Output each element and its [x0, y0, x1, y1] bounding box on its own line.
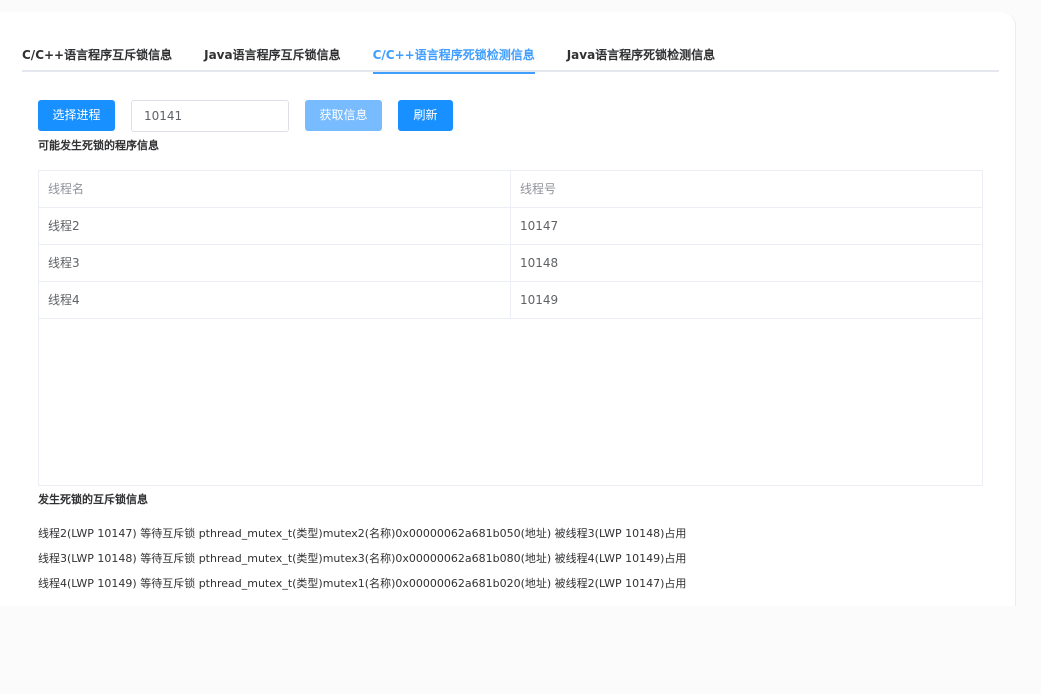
column-header-thread-name: 线程名	[39, 171, 511, 207]
mutex-info-list: 线程2(LWP 10147) 等待互斥锁 pthread_mutex_t(类型)…	[38, 526, 686, 601]
fetch-info-button[interactable]: 获取信息	[305, 100, 382, 131]
tab-cpp-mutex-info[interactable]: C/C++语言程序互斥锁信息	[22, 38, 172, 72]
mutex-info-line: 线程3(LWP 10148) 等待互斥锁 pthread_mutex_t(类型)…	[38, 552, 687, 565]
select-process-button[interactable]: 选择进程	[38, 100, 115, 131]
thread-id-cell: 10148	[520, 256, 559, 270]
column-header-thread-id: 线程号	[520, 182, 557, 196]
process-id-input[interactable]	[131, 100, 289, 132]
threads-section-title: 可能发生死锁的程序信息	[38, 139, 159, 152]
tab-java-mutex-info[interactable]: Java语言程序互斥锁信息	[204, 38, 340, 72]
refresh-button[interactable]: 刷新	[398, 100, 453, 131]
thread-id-cell: 10149	[520, 293, 559, 307]
table-row[interactable]: 线程3 10148	[39, 245, 982, 282]
thread-name-cell: 线程4	[39, 282, 511, 318]
table-header-row: 线程名 线程号	[39, 171, 982, 208]
mutex-section-title: 发生死锁的互斥锁信息	[38, 493, 148, 506]
tab-java-deadlock-detection[interactable]: Java语言程序死锁检测信息	[567, 38, 715, 72]
tab-cpp-deadlock-detection[interactable]: C/C++语言程序死锁检测信息	[372, 38, 535, 74]
mutex-info-line: 线程2(LWP 10147) 等待互斥锁 pthread_mutex_t(类型)…	[38, 527, 687, 540]
main-panel: C/C++语言程序互斥锁信息 Java语言程序互斥锁信息 C/C++语言程序死锁…	[0, 12, 1016, 606]
threads-table: 线程名 线程号 线程2 10147 线程3 10148 线程4 10149	[38, 170, 983, 486]
table-row[interactable]: 线程4 10149	[39, 282, 982, 319]
thread-name-cell: 线程2	[39, 208, 511, 244]
thread-id-cell: 10147	[520, 219, 559, 233]
thread-name-cell: 线程3	[39, 245, 511, 281]
tab-bar: C/C++语言程序互斥锁信息 Java语言程序互斥锁信息 C/C++语言程序死锁…	[22, 38, 999, 74]
mutex-info-line: 线程4(LWP 10149) 等待互斥锁 pthread_mutex_t(类型)…	[38, 577, 687, 590]
table-row[interactable]: 线程2 10147	[39, 208, 982, 245]
